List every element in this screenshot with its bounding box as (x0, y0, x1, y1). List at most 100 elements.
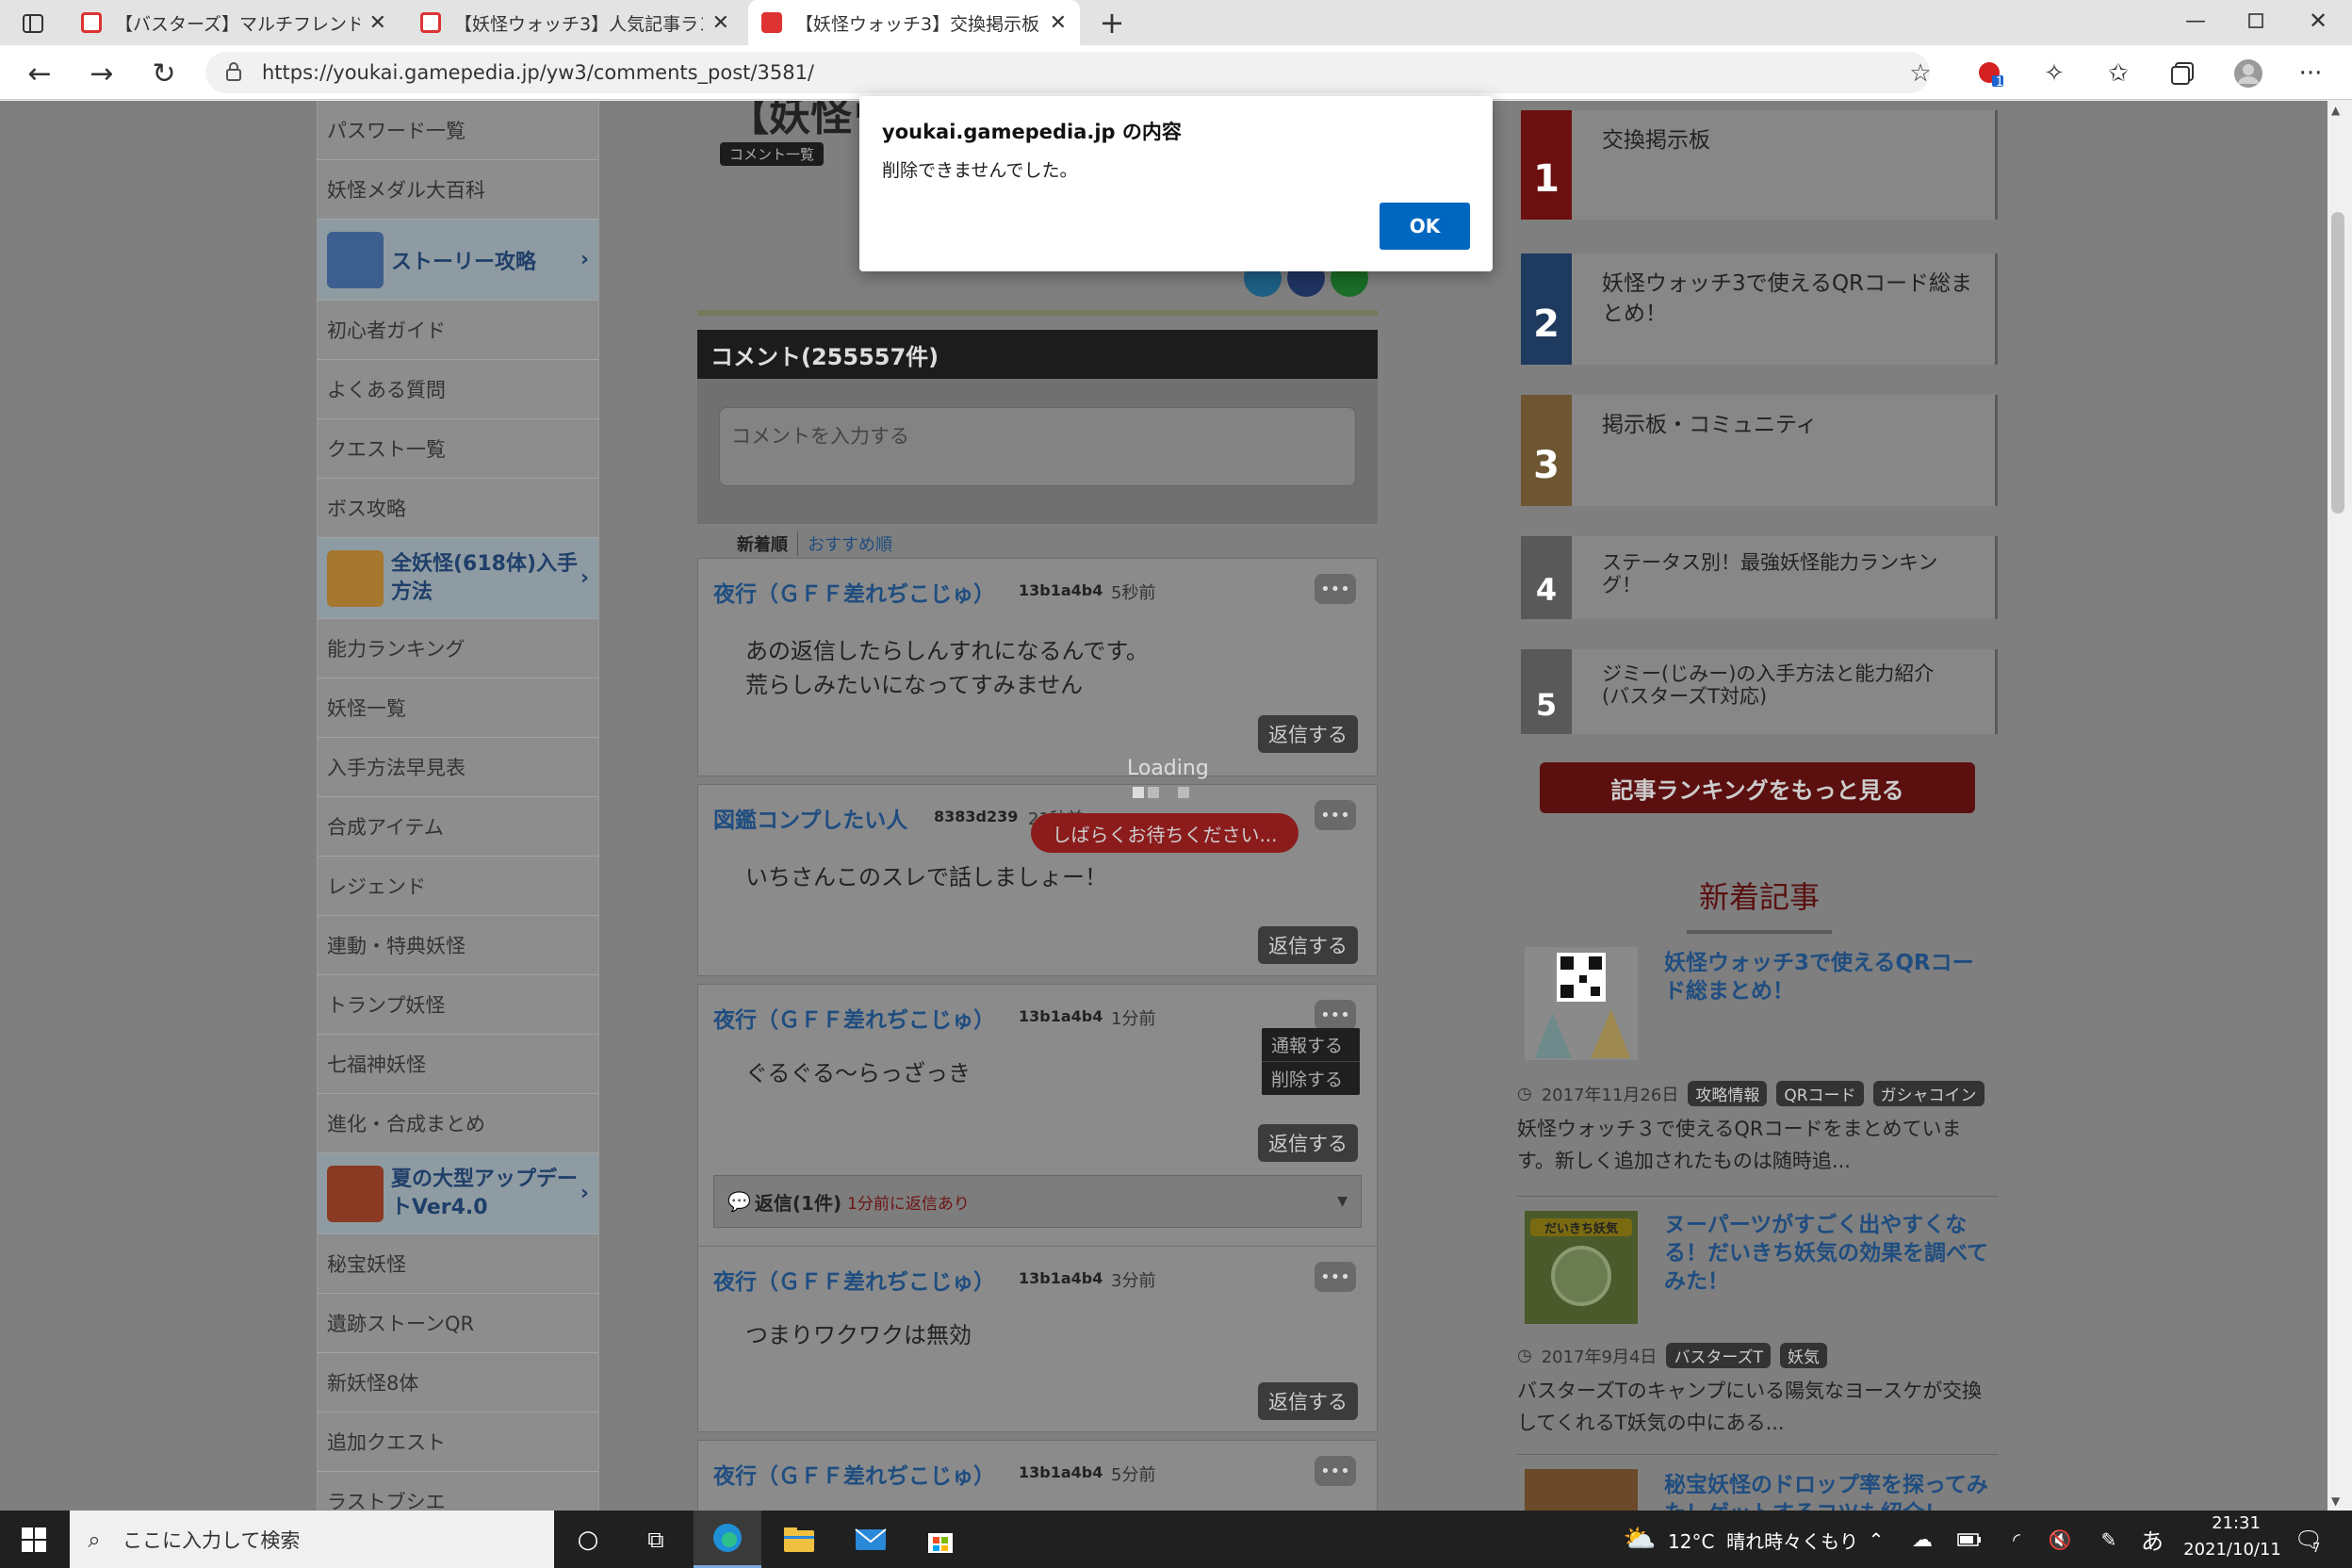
clock-time[interactable]: 21:31 (2184, 1513, 2288, 1533)
comment-author[interactable]: 夜行（ＧＦＦ差れぢこじゅ） (713, 1002, 995, 1034)
nav-item-featured[interactable]: 夏の大型アップデートVer4.0 › (318, 1153, 598, 1234)
collections-icon[interactable] (2164, 55, 2201, 92)
favorites-icon[interactable]: ✩ (2099, 55, 2137, 92)
ime-indicator[interactable]: あ (2141, 1523, 2164, 1556)
article-tag[interactable]: QRコード (1776, 1081, 1864, 1106)
window-close-icon[interactable]: ✕ (2290, 0, 2346, 41)
nav-item[interactable]: よくある質問 (318, 360, 598, 419)
comment-input[interactable]: コメントを入力する (719, 407, 1356, 486)
scroll-down-icon[interactable]: ▼ (2331, 1494, 2340, 1508)
delete-menu-item[interactable]: 削除する (1262, 1062, 1360, 1095)
refresh-icon[interactable]: ↻ (145, 55, 183, 92)
profile-avatar-icon[interactable] (2230, 55, 2267, 92)
reply-button[interactable]: 返信する (1258, 926, 1358, 964)
ranking-item[interactable]: 2 妖怪ウォッチ3で使えるQRコード総まとめ！ (1521, 253, 1998, 365)
article-thumbnail[interactable] (1525, 1469, 1638, 1511)
settings-more-icon[interactable]: ··· (2292, 55, 2329, 92)
mail-icon[interactable] (837, 1511, 905, 1568)
more-ranking-button[interactable]: 記事ランキングをもっと見る (1540, 762, 1975, 813)
file-explorer-icon[interactable] (765, 1511, 833, 1568)
nav-item[interactable]: 合成アイテム (318, 797, 598, 857)
nav-item[interactable]: 進化・合成まとめ (318, 1094, 598, 1153)
comment-author[interactable]: 夜行（ＧＦＦ差れぢこじゅ） (713, 1458, 995, 1490)
ranking-item[interactable]: 1 交換掲示板 (1521, 110, 1998, 220)
nav-item[interactable]: パスワード一覧 (318, 101, 598, 160)
nav-item[interactable]: 能力ランキング (318, 619, 598, 678)
ranking-item[interactable]: 4 ステータス別！最強妖怪能力ランキング！ (1521, 536, 1998, 619)
cortana-icon[interactable]: ○ (554, 1511, 622, 1568)
tab-1[interactable]: 【妖怪ウォッチ3】人気記事ランキング ✕ (407, 0, 743, 45)
comment-more-button[interactable]: ••• (1315, 574, 1356, 604)
puzzle-icon[interactable]: ✧ (2035, 55, 2073, 92)
chevron-up-icon[interactable]: ⌃ (1862, 1521, 1890, 1559)
pen-icon[interactable]: ✎ (2092, 1521, 2126, 1559)
article-tag[interactable]: ガシャコイン (1872, 1081, 1984, 1106)
nav-item[interactable]: クエスト一覧 (318, 419, 598, 479)
nav-item[interactable]: 入手方法早見表 (318, 738, 598, 797)
article-thumbnail[interactable]: だいきち妖気 (1525, 1211, 1638, 1324)
reply-button[interactable]: 返信する (1258, 1124, 1358, 1162)
nav-item[interactable]: ボス攻略 (318, 479, 598, 538)
tab-2-active[interactable]: 【妖怪ウォッチ3】交換掲示板 コメント ✕ (748, 0, 1080, 45)
nav-item[interactable]: 初心者ガイド (318, 301, 598, 360)
tab-close-icon[interactable]: ✕ (1040, 11, 1067, 35)
wifi-icon[interactable]: ◜ (2000, 1521, 2034, 1559)
scrollbar-thumb[interactable] (2331, 212, 2344, 514)
comment-more-button[interactable]: ••• (1315, 1000, 1356, 1030)
windows-start-icon[interactable] (0, 1511, 68, 1568)
tab-close-icon[interactable]: ✕ (703, 11, 729, 35)
notification-icon[interactable]: 🗨 (2290, 1521, 2328, 1559)
nav-item[interactable]: 七福神妖怪 (318, 1035, 598, 1094)
comment-more-button[interactable]: ••• (1315, 1456, 1356, 1486)
sort-recommended-tab[interactable]: おすすめ順 (798, 531, 892, 556)
comment-list-badge[interactable]: コメント一覧 (720, 142, 825, 166)
forward-icon[interactable]: → (83, 55, 121, 92)
comment-author[interactable]: 図鑑コンプしたい人 (713, 802, 907, 834)
new-tab-icon[interactable]: + (1093, 5, 1131, 41)
nav-item[interactable]: 秘宝妖怪 (318, 1234, 598, 1294)
nav-item[interactable]: 妖怪一覧 (318, 678, 598, 738)
ranking-item[interactable]: 5 ジミー(じみー)の入手方法と能力紹介(バスターズT対応) (1521, 649, 1998, 734)
nav-item-featured[interactable]: 全妖怪(618体)入手方法 › (318, 538, 598, 619)
onedrive-icon[interactable]: ☁ (1905, 1521, 1939, 1559)
report-menu-item[interactable]: 通報する (1262, 1028, 1360, 1062)
comment-author[interactable]: 夜行（ＧＦＦ差れぢこじゅ） (713, 1264, 995, 1296)
article-title[interactable]: 妖怪ウォッチ3で使えるQRコード総まとめ！ (1664, 949, 1994, 1005)
nav-item[interactable]: 新妖怪8体 (318, 1353, 598, 1413)
minimize-icon[interactable]: — (2167, 0, 2224, 41)
nav-item-featured[interactable]: ストーリー攻略 › (318, 220, 598, 301)
nav-item[interactable]: レジェンド (318, 857, 598, 916)
comment-more-button[interactable]: ••• (1315, 800, 1356, 830)
reply-button[interactable]: 返信する (1258, 715, 1358, 753)
battery-icon[interactable] (1952, 1521, 1986, 1559)
dialog-ok-button[interactable]: OK (1380, 203, 1470, 250)
tab-actions-icon[interactable] (17, 8, 49, 40)
qr-code-thumbnail[interactable] (1525, 947, 1638, 1060)
nav-item[interactable]: 追加クエスト (318, 1413, 598, 1472)
back-icon[interactable]: ← (21, 55, 58, 92)
address-bar[interactable]: https://youkai.gamepedia.jp/yw3/comments… (205, 52, 1930, 93)
nav-item[interactable]: 連動・特典妖怪 (318, 916, 598, 975)
scroll-up-icon[interactable]: ▲ (2331, 104, 2340, 117)
article-tag[interactable]: 妖気 (1779, 1343, 1827, 1368)
volume-muted-icon[interactable]: 🔇 (2043, 1521, 2077, 1559)
article-title[interactable]: ヌーパーツがすごく出やすくなる！だいきち妖気の効果を調べてみた！ (1664, 1211, 1994, 1296)
article-tag[interactable]: 攻略情報 (1688, 1081, 1768, 1106)
replies-toggle[interactable]: 💬 返信(1件) 1分前に返信あり ▼ (713, 1175, 1362, 1228)
taskbar-search[interactable]: ここに入力して検索 (70, 1511, 554, 1568)
nav-item[interactable]: 妖怪メダル大百科 (318, 160, 598, 220)
nav-item[interactable]: 遺跡ストーンQR (318, 1294, 598, 1353)
reply-button[interactable]: 返信する (1258, 1382, 1358, 1420)
comment-more-button[interactable]: ••• (1315, 1262, 1356, 1292)
nav-item[interactable]: トランプ妖怪 (318, 975, 598, 1035)
edge-browser-icon[interactable] (694, 1511, 761, 1568)
clock-date[interactable]: 2021/10/11 (2171, 1540, 2294, 1560)
ranking-item[interactable]: 3 掲示板・コミュニティ (1521, 395, 1998, 506)
store-icon[interactable] (906, 1511, 974, 1568)
sort-newest-tab[interactable]: 新着順 (737, 531, 798, 556)
article-title[interactable]: 秘宝妖怪のドロップ率を探ってみた！ゲットするコツも紹介！ (1664, 1471, 1994, 1511)
task-view-icon[interactable]: ⧉ (622, 1511, 690, 1568)
article-tag[interactable]: バスターズT (1666, 1343, 1771, 1368)
maximize-icon[interactable] (2228, 0, 2284, 41)
lock-icon[interactable] (222, 58, 245, 85)
